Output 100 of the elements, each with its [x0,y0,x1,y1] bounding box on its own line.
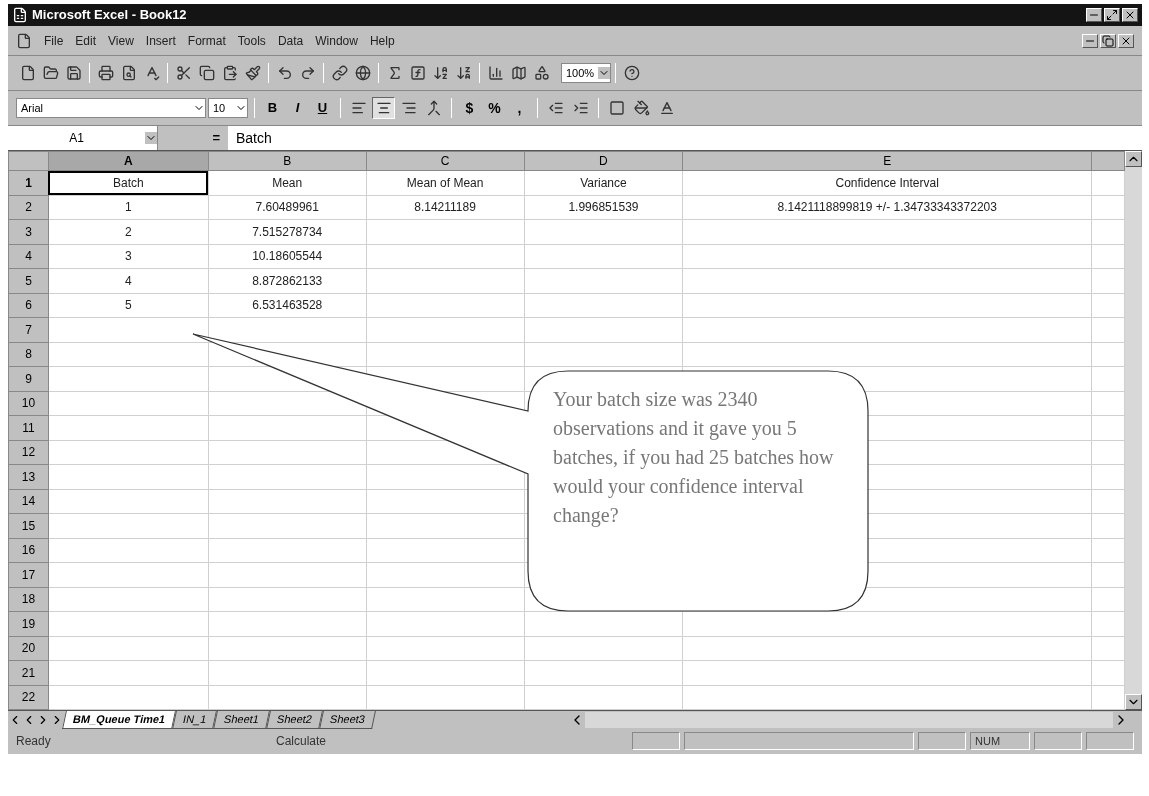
row-header[interactable]: 13 [8,464,49,489]
borders-icon [608,100,625,116]
table-cell: Variance [524,170,683,195]
close-button[interactable] [1122,8,1138,22]
menu-item[interactable]: Data [277,31,304,50]
table-cell: 1 [48,195,209,220]
row-header[interactable]: 21 [8,660,49,685]
row-header[interactable]: 15 [8,513,49,538]
font-dropdown[interactable]: Arial [16,98,206,118]
row-header[interactable]: 16 [8,538,49,563]
comma-button[interactable]: , [508,97,531,119]
undo-icon [276,65,293,81]
table-cell: 1.996851539 [524,195,683,220]
row-header[interactable]: 9 [8,366,49,391]
underline-button[interactable]: U [311,97,334,119]
sheet-tab[interactable]: Sheet3 [319,710,376,729]
minimize-button[interactable] [1086,8,1102,22]
column-header[interactable]: A [48,151,209,171]
chart-icon [487,65,504,81]
scroll-up-icon[interactable] [1125,151,1142,167]
currency-button[interactable]: $ [458,97,481,119]
row-header[interactable]: 3 [8,219,49,244]
formula-field[interactable]: Batch [228,127,272,149]
maximize-button[interactable] [1104,8,1120,22]
menu-item[interactable]: View [108,31,134,50]
restore-icon [1102,34,1114,47]
redo-icon [299,65,316,81]
column-header[interactable]: D [524,151,683,171]
minimize-button[interactable] [1082,33,1098,48]
row-header[interactable]: 8 [8,342,49,367]
italic-button[interactable]: I [286,97,309,119]
table-cell: 8.14211189 [366,195,524,220]
num-lock-indicator: NUM [970,732,1030,750]
window-title: Microsoft Excel - Book12 [32,6,187,25]
restore-button[interactable] [1100,33,1116,48]
row-header[interactable]: 12 [8,440,49,465]
sheet-tab[interactable]: BM_Queue Time1 [62,710,176,729]
shapes-icon [533,65,550,81]
font-color-icon [658,100,675,116]
status-text: Ready [16,733,52,750]
row-header[interactable]: 1 [8,170,49,195]
align-right-icon [400,100,417,116]
sort-ascending-icon [432,65,449,81]
row-header[interactable]: 7 [8,317,49,342]
equals-sign: = [212,129,220,148]
row-header[interactable]: 5 [8,268,49,293]
sheet-tab[interactable]: Sheet2 [266,710,323,729]
close-button[interactable] [1118,33,1134,48]
row-header[interactable]: 6 [8,293,49,318]
bold-button[interactable]: B [261,97,284,119]
status-panel [918,732,966,750]
row-header[interactable]: 18 [8,587,49,612]
workbook-icon [16,32,32,49]
align-center-button[interactable] [372,97,395,119]
sheet-tab[interactable]: Sheet1 [213,710,271,729]
menu-item[interactable]: Tools [237,31,266,50]
menu-item[interactable]: Help [369,31,395,50]
table-cell: 7.515278734 [208,219,367,244]
map-icon [510,65,527,81]
status-panel [632,732,680,750]
column-header[interactable]: C [366,151,524,171]
table-cell: Batch [48,170,209,195]
sheet-tab[interactable]: IN_1 [172,710,218,729]
percent-button[interactable]: % [483,97,506,119]
row-header[interactable]: 20 [8,636,49,661]
row-header[interactable]: 14 [8,489,49,514]
status-panel [1086,732,1134,750]
fill-color-icon [633,100,650,116]
row-header[interactable]: 10 [8,391,49,416]
menu-item[interactable]: Format [187,31,226,50]
menu-item[interactable]: Window [315,31,358,50]
link-icon [331,65,348,81]
row-header[interactable]: 22 [8,685,49,710]
callout-text: Your batch size was 2340 observations and it gave you 5 batches, if you had 25 batches how would your confidence interval change? [553,387,835,529]
vertical-scrollbar[interactable] [1125,151,1142,710]
row-header[interactable]: 11 [8,415,49,440]
row-header[interactable]: 17 [8,562,49,587]
zoom-dropdown[interactable]: 100% [561,63,612,83]
menu-item[interactable]: Insert [145,31,176,50]
status-panel [1034,732,1082,750]
excel-icon [12,7,28,23]
scroll-down-icon[interactable] [1125,694,1142,710]
row-header[interactable]: 4 [8,244,49,269]
row-header[interactable]: 19 [8,611,49,636]
table-cell: 8.872862133 [208,268,367,293]
table-cell: Mean of Mean [366,170,524,195]
row-header[interactable]: 2 [8,195,49,220]
maximize-icon [1106,9,1118,21]
save-icon [65,65,82,81]
font-size-dropdown[interactable]: 10 [208,98,248,118]
table-cell: 8.1421118899819 +/- 1.34733343372203 [682,195,1092,220]
open-folder-icon [42,65,59,81]
function-icon [409,65,426,81]
column-header[interactable]: E [682,151,1092,171]
table-cell: 6.531463528 [208,293,367,318]
menu-item[interactable]: Edit [75,31,97,50]
sort-descending-icon [455,65,472,81]
menu-item[interactable]: File [44,31,64,50]
table-cell: 10.18605544 [208,244,367,269]
column-header[interactable]: B [208,151,367,171]
